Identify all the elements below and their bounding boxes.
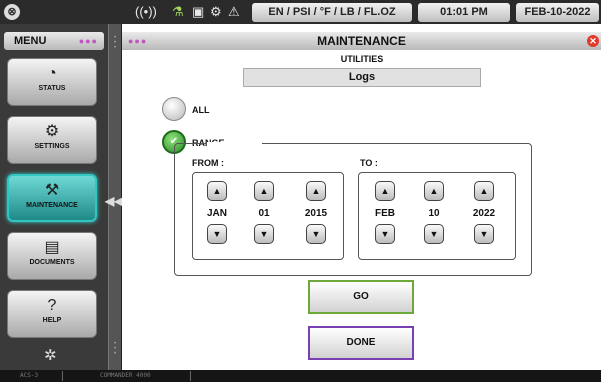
from-month-up-button[interactable]: ▲ — [207, 181, 227, 201]
tools-icon: ⚒ — [44, 182, 60, 199]
sidebar-item-label: HELP — [42, 317, 62, 324]
to-year-value: 2022 — [472, 208, 496, 219]
main-panel: ●●● MAINTENANCE ✕ UTILITIES Logs ALL ✔ R… — [122, 24, 601, 370]
range-box-gap — [207, 142, 262, 146]
panel-header: ●●● MAINTENANCE ✕ — [122, 32, 601, 50]
document-icon: ▤ — [44, 239, 60, 256]
from-day-down-button[interactable]: ▼ — [254, 224, 274, 244]
wireless-icon: ((•)) — [135, 4, 157, 19]
footer-left-text: ACS-3 — [20, 372, 39, 379]
from-day-value: 01 — [258, 208, 270, 219]
to-year-down-button[interactable]: ▼ — [474, 224, 494, 244]
from-month-down-button[interactable]: ▼ — [207, 224, 227, 244]
utility-selector[interactable]: Logs — [243, 68, 481, 87]
close-icon[interactable]: ✕ — [587, 35, 599, 47]
help-icon: ? — [47, 297, 57, 314]
go-button[interactable]: GO — [308, 280, 414, 314]
section-title: UTILITIES — [340, 54, 384, 64]
doc-icon: ▣ — [192, 4, 205, 19]
sidebar-item-label: DOCUMENTS — [29, 259, 75, 266]
from-year-down-button[interactable]: ▼ — [306, 224, 326, 244]
from-label: FROM : — [192, 158, 224, 168]
settings-cog-icon[interactable]: ✲ — [44, 346, 57, 364]
to-month-up-button[interactable]: ▲ — [375, 181, 395, 201]
from-month-value: JAN — [206, 208, 227, 219]
sidebar-item-maintenance[interactable]: ⚒ MAINTENANCE — [7, 174, 97, 222]
from-year-up-button[interactable]: ▲ — [306, 181, 326, 201]
window-dots-icon: ●●● — [78, 36, 98, 46]
gear-icon: ⚙ — [210, 4, 222, 19]
sidebar-item-label: MAINTENANCE — [26, 202, 78, 209]
time-display: 01:01 PM — [418, 3, 510, 22]
collapse-arrow-icon[interactable]: ◀◀ — [105, 194, 123, 208]
units-display[interactable]: EN / PSI / °F / LB / FL.OZ — [252, 3, 412, 22]
done-button[interactable]: DONE — [308, 326, 414, 360]
menu-title: MENU — [14, 35, 47, 47]
page-title: MAINTENANCE — [317, 34, 406, 48]
from-year-value: 2015 — [304, 208, 328, 219]
footer-middle-text: COMMANDER 4000 — [100, 372, 151, 379]
to-month-value: FEB — [375, 208, 395, 219]
sidebar: MENU ●●● ◔ STATUS ⚙ SETTINGS ⚒ MAINTENAN… — [0, 24, 108, 370]
all-radio[interactable] — [162, 97, 186, 121]
sidebar-item-label: STATUS — [38, 85, 66, 92]
process-icon: ⚗ — [172, 4, 184, 19]
to-label: TO : — [360, 158, 378, 168]
to-day-down-button[interactable]: ▼ — [424, 224, 444, 244]
date-display: FEB-10-2022 — [516, 3, 599, 22]
to-year-up-button[interactable]: ▲ — [474, 181, 494, 201]
gauge-icon: ◔ — [47, 65, 57, 82]
logo-icon: ⊗ — [4, 4, 20, 20]
footer-separator — [190, 371, 191, 381]
alarm-icon: ⚠ — [228, 4, 240, 19]
to-month-down-button[interactable]: ▼ — [375, 224, 395, 244]
top-status-bar: ⊗ ((•)) ⚗ ▣ ⚙ ⚠ EN / PSI / °F / LB / FL.… — [0, 0, 601, 24]
footer-bar: ACS-3 COMMANDER 4000 — [0, 370, 601, 382]
window-dots-icon: ●●● — [128, 36, 148, 46]
to-day-value: 10 — [428, 208, 440, 219]
panel-splitter[interactable]: • • • ◀◀ • • • — [105, 24, 123, 370]
from-day-up-button[interactable]: ▲ — [254, 181, 274, 201]
grip-bottom-icon: • • • — [114, 341, 117, 357]
grip-top-icon: • • • — [114, 35, 117, 51]
sidebar-item-status[interactable]: ◔ STATUS — [7, 58, 97, 106]
sidebar-item-label: SETTINGS — [34, 143, 70, 150]
sidebar-item-settings[interactable]: ⚙ SETTINGS — [7, 116, 97, 164]
to-day-up-button[interactable]: ▲ — [424, 181, 444, 201]
all-radio-label: ALL — [192, 105, 210, 115]
footer-separator — [62, 371, 63, 381]
menu-header: MENU ●●● — [4, 32, 104, 50]
sidebar-item-documents[interactable]: ▤ DOCUMENTS — [7, 232, 97, 280]
gear-icon: ⚙ — [44, 123, 60, 140]
sidebar-item-help[interactable]: ? HELP — [7, 290, 97, 338]
